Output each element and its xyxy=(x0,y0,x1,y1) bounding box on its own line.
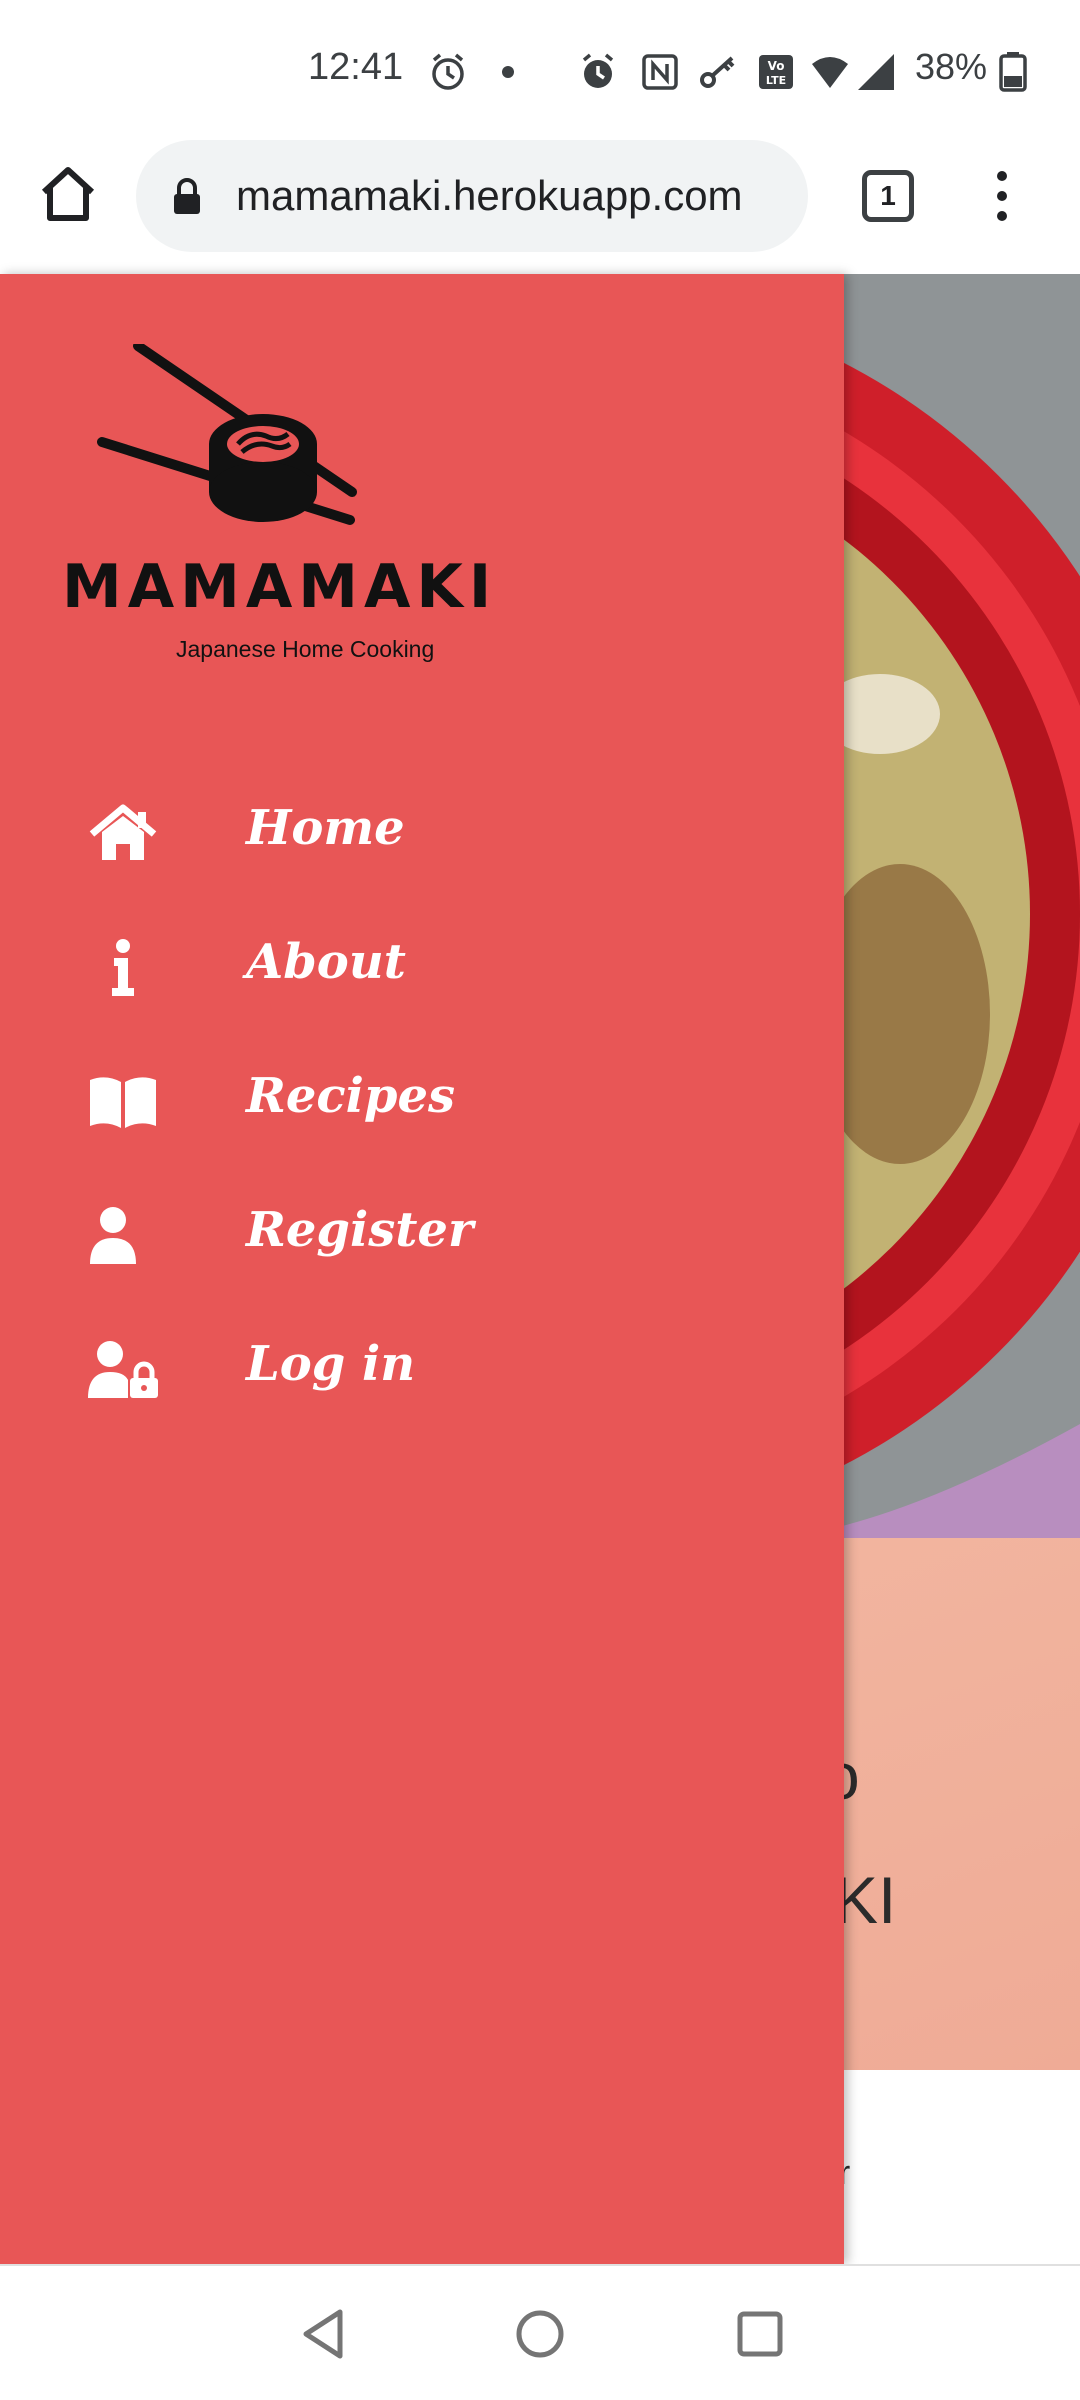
nav-label-register: Register xyxy=(246,1202,474,1258)
system-nav-bar xyxy=(0,2264,1080,2400)
brand-name[interactable]: MAMAMAKI xyxy=(62,552,497,622)
nav-label-home: Home xyxy=(246,800,405,856)
url-text[interactable]: mamamaki.herokuapp.com xyxy=(236,172,743,220)
svg-text:LTE: LTE xyxy=(766,74,786,87)
side-nav-drawer: MAMAMAKI Japanese Home Cooking Home Abou… xyxy=(0,274,844,2264)
info-icon xyxy=(112,939,134,996)
nav-label-about: About xyxy=(246,934,406,990)
nav-item-about[interactable]: About xyxy=(0,908,844,1028)
home-circle-icon[interactable] xyxy=(512,2306,568,2362)
user-icon xyxy=(90,1207,136,1264)
user-lock-icon xyxy=(88,1341,158,1398)
lock-icon xyxy=(174,178,200,214)
dot-icon xyxy=(502,66,514,78)
nav-label-recipes: Recipes xyxy=(246,1068,456,1124)
home-icon[interactable] xyxy=(36,162,100,226)
nav-item-register[interactable]: Register xyxy=(0,1176,844,1296)
more-menu-icon[interactable] xyxy=(982,168,1022,224)
book-icon xyxy=(90,1077,156,1128)
nav-item-recipes[interactable]: Recipes xyxy=(0,1042,844,1162)
alarm-icon xyxy=(432,53,464,90)
nav-item-login[interactable]: Log in xyxy=(0,1310,844,1430)
brand-tagline: Japanese Home Cooking xyxy=(176,636,435,662)
key-icon xyxy=(700,56,735,88)
nav-label-login: Log in xyxy=(246,1336,416,1392)
wifi-icon xyxy=(812,57,848,88)
nav-item-home[interactable]: Home xyxy=(0,774,844,894)
home-icon xyxy=(89,804,157,860)
nfc-icon xyxy=(642,54,678,90)
address-bar[interactable]: mamamaki.herokuapp.com xyxy=(136,140,808,252)
browser-toolbar: mamamaki.herokuapp.com 1 xyxy=(0,132,1080,274)
signal-icon xyxy=(858,54,894,90)
volte-icon: Vo LTE xyxy=(759,55,793,89)
battery-icon xyxy=(999,52,1027,92)
status-bar: 12:41 Vo LTE 38% xyxy=(0,0,1080,132)
status-time: 12:41 xyxy=(308,46,404,88)
alarm-icon xyxy=(582,53,614,88)
svg-text:Vo: Vo xyxy=(768,59,785,73)
recents-icon[interactable] xyxy=(732,2306,788,2362)
back-icon[interactable] xyxy=(296,2306,352,2362)
tab-switcher-button[interactable]: 1 xyxy=(862,170,914,222)
battery-percent: 38% xyxy=(915,46,988,87)
